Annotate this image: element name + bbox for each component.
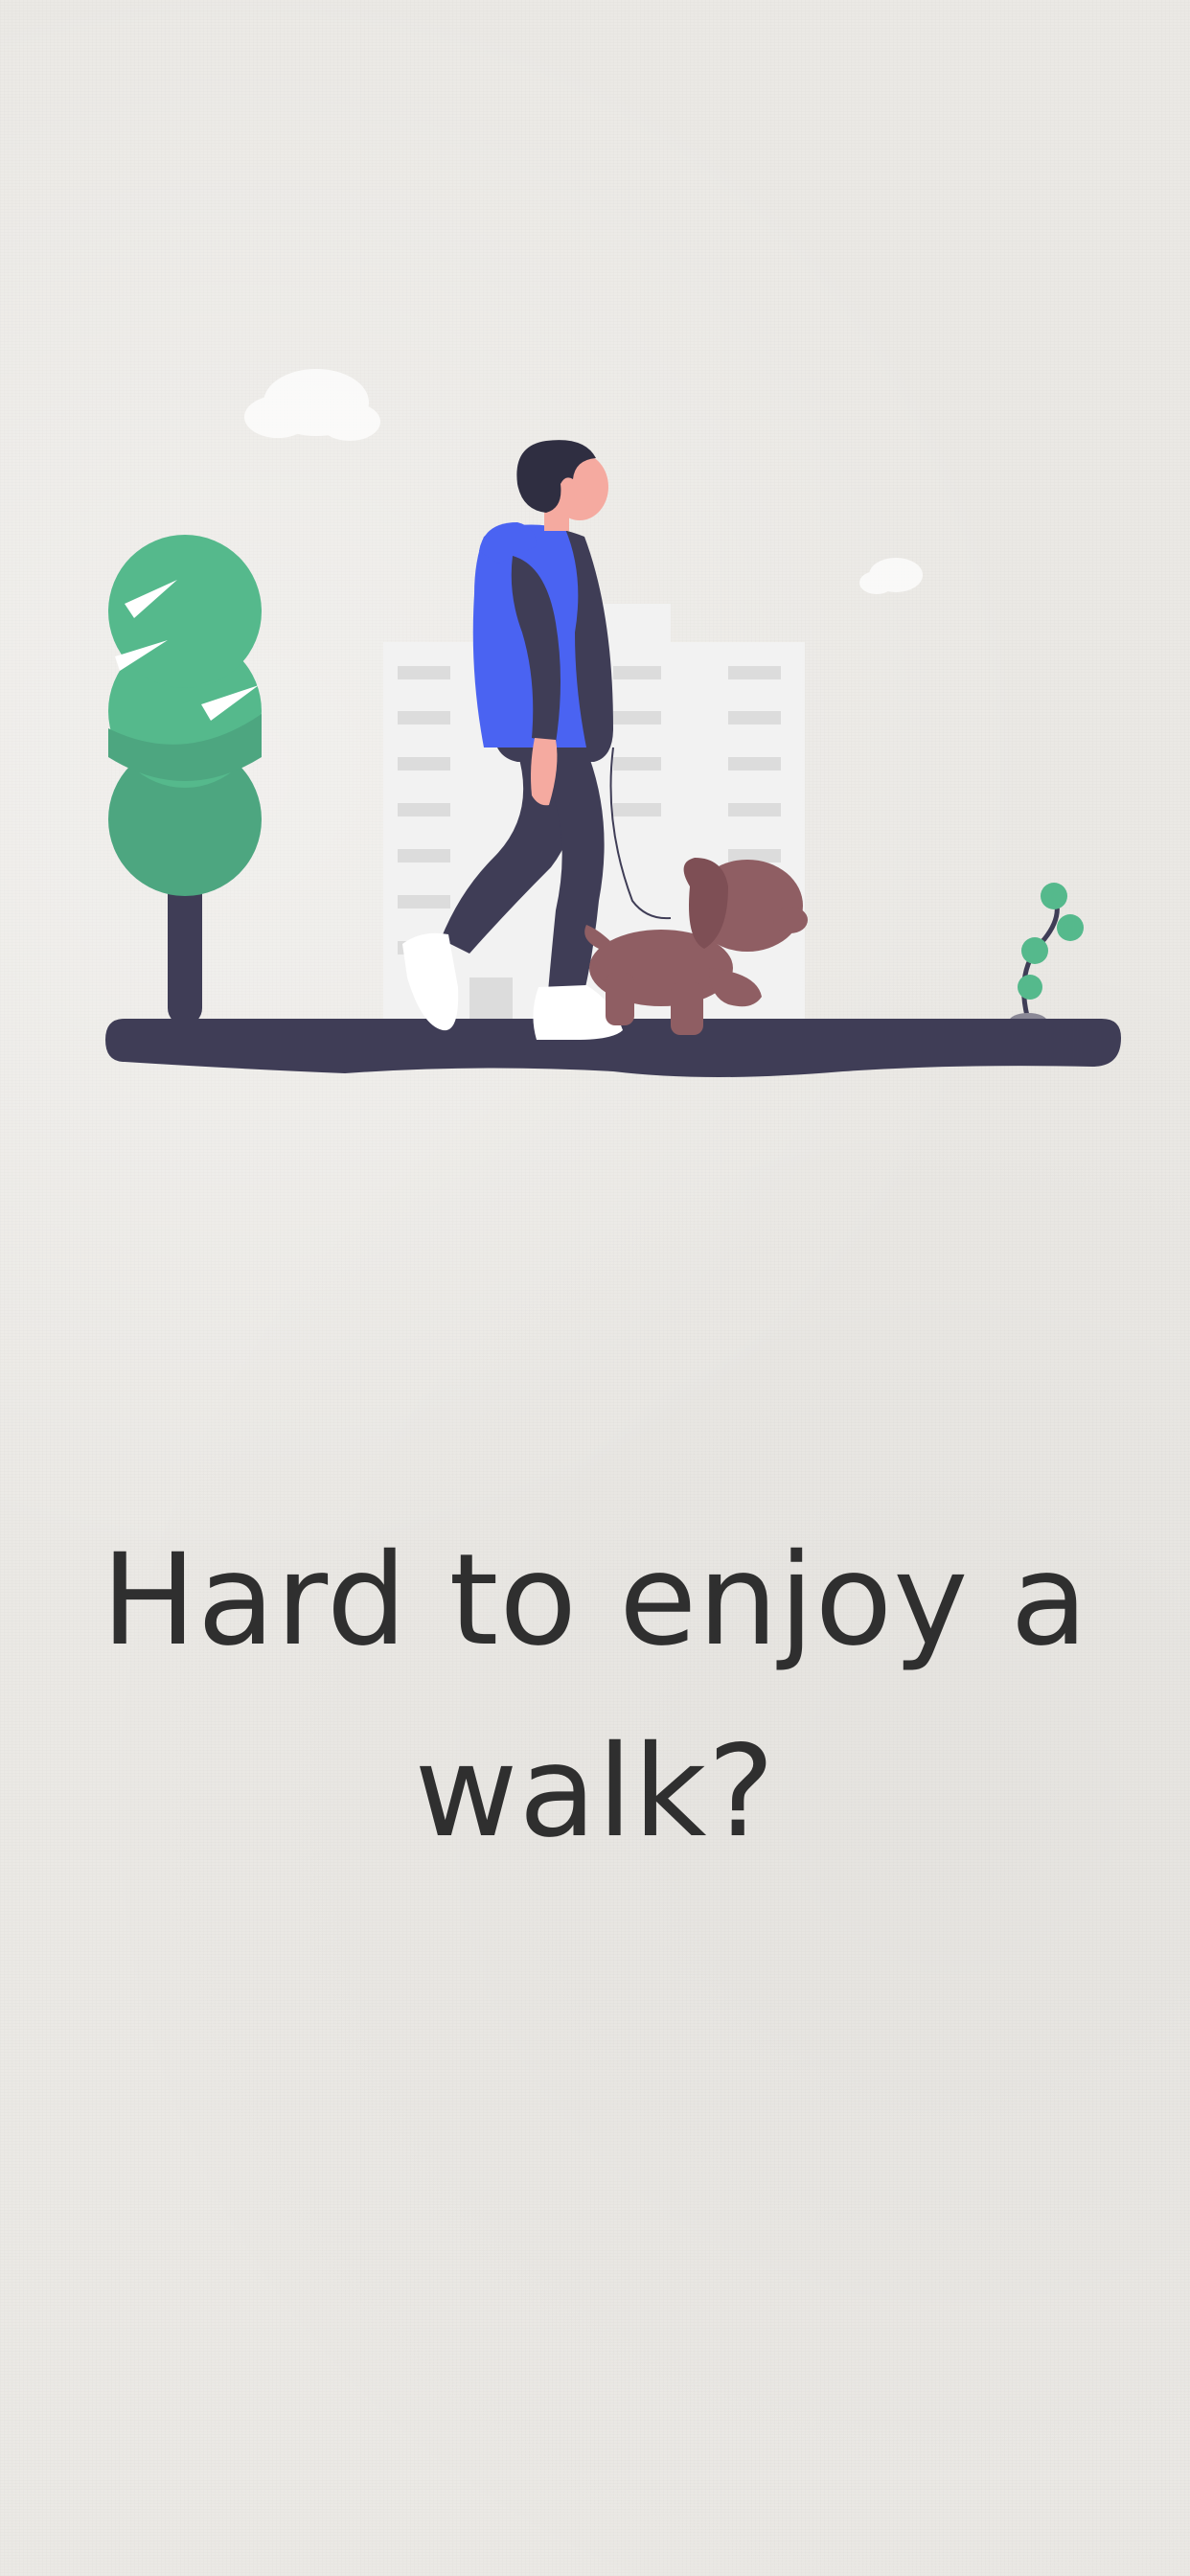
- tree-icon: [108, 535, 262, 1025]
- cloud-icon: [244, 369, 380, 441]
- cloud-icon: [859, 558, 923, 594]
- person-walking-dog-icon: [105, 369, 1121, 1077]
- onboarding-headline: Hard to enjoy a walk?: [101, 1527, 1089, 1866]
- plant-icon: [1009, 883, 1084, 1030]
